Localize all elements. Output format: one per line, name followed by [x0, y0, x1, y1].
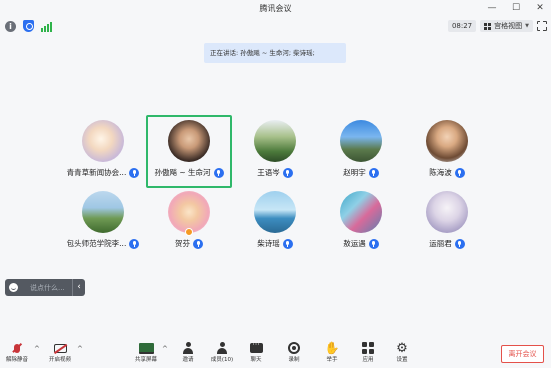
fullscreen-icon[interactable] — [536, 20, 547, 31]
members-icon — [216, 342, 228, 354]
invite-icon — [182, 342, 194, 354]
record-button[interactable]: 录制 — [274, 340, 314, 368]
mic-on-icon — [213, 167, 224, 178]
raise-hand-label: 举手 — [326, 357, 338, 363]
record-icon — [288, 342, 300, 354]
mic-on-icon — [368, 167, 379, 178]
close-icon[interactable]: ✕ — [535, 3, 545, 13]
share-options-chevron-icon[interactable]: ^ — [162, 345, 168, 353]
participant-name: 柴诗瑶 — [257, 239, 280, 248]
speaking-indicator: 正在讲话: 孙傲飚 ~ 生命河; 柴诗瑶; — [204, 43, 346, 63]
unmute-button[interactable]: 解除静音 — [0, 340, 37, 368]
share-screen-button[interactable]: 共享屏幕 — [126, 340, 166, 368]
chat-icon — [249, 340, 263, 353]
meeting-info-bar: i 08:27 宫格视图 ▼ — [0, 18, 551, 36]
mic-on-icon — [193, 238, 203, 249]
participant-tile[interactable]: 王语岑 — [232, 120, 318, 190]
mic-on-icon — [129, 167, 140, 178]
participant-tile[interactable]: 敖运遇 — [318, 191, 404, 261]
participant-tile[interactable]: 包头师范学院李... — [60, 191, 146, 261]
audio-options-chevron-icon[interactable]: ^ — [34, 345, 40, 353]
avatar — [82, 191, 124, 233]
share-screen-label: 共享屏幕 — [134, 357, 157, 363]
participant-tile[interactable]: 青青草新闻协会... — [60, 120, 146, 190]
mic-muted-icon — [14, 343, 20, 353]
video-options-chevron-icon[interactable]: ^ — [77, 345, 83, 353]
avatar — [426, 120, 468, 162]
avatar — [168, 191, 210, 233]
participant-name: 孙傲飚 ~ 生命河 — [154, 168, 211, 177]
avatar — [254, 191, 296, 233]
participant-tile[interactable]: 赵明宇 — [318, 120, 404, 190]
record-label: 录制 — [288, 357, 300, 363]
apps-icon — [362, 342, 374, 354]
collapse-chevron-icon[interactable]: ‹ — [72, 279, 85, 296]
chat-placeholder[interactable]: 说点什么... — [30, 283, 72, 293]
avatar — [340, 120, 382, 162]
unmute-label: 解除静音 — [5, 357, 28, 363]
camera-off-icon — [53, 343, 67, 353]
avatar — [254, 120, 296, 162]
avatar — [340, 191, 382, 233]
chat-input-box[interactable]: 说点什么... ‹ — [5, 279, 85, 296]
settings-label: 设置 — [396, 357, 408, 363]
hand-icon: ✋ — [324, 341, 340, 355]
participant-name: 贺芬 — [175, 239, 190, 248]
mic-on-icon — [282, 238, 293, 249]
host-crown-icon — [185, 228, 193, 236]
participant-name: 敖运遇 — [343, 239, 366, 248]
network-signal-icon[interactable] — [41, 21, 52, 32]
mic-on-icon — [454, 238, 465, 249]
title-bar: 腾讯会议 — ☐ ✕ — [0, 0, 551, 18]
participant-name: 赵明宇 — [343, 168, 366, 177]
view-mode-button[interactable]: 宫格视图 ▼ — [480, 20, 533, 32]
view-mode-label: 宫格视图 — [494, 22, 523, 30]
participant-tile[interactable]: 柴诗瑶 — [232, 191, 318, 261]
participant-tile[interactable]: 孙傲飚 ~ 生命河 — [146, 120, 232, 190]
bottom-toolbar: 解除静音 ^ 开启视频 ^ 共享屏幕 ^ 邀请 成员(10) 聊天 录制 ✋ 举… — [0, 340, 551, 368]
security-shield-icon[interactable] — [23, 20, 34, 32]
participant-name: 青青草新闻协会... — [66, 168, 127, 177]
participant-name: 陈海波 — [429, 168, 452, 177]
mic-on-icon — [454, 167, 465, 178]
chat-button[interactable]: 聊天 — [236, 340, 276, 368]
avatar — [426, 191, 468, 233]
participant-name: 包头师范学院李... — [66, 239, 127, 248]
participant-name: 王语岑 — [257, 168, 280, 177]
participant-name: 运丽君 — [429, 239, 452, 248]
participant-tile[interactable]: 贺芬 — [146, 191, 232, 261]
minimize-icon[interactable]: — — [487, 3, 497, 13]
start-video-label: 开启视频 — [48, 357, 71, 363]
grid-view-icon — [484, 22, 492, 30]
participant-tile[interactable]: 陈海波 — [404, 120, 490, 190]
info-icon[interactable]: i — [5, 20, 16, 32]
meeting-timer: 08:27 — [447, 20, 477, 32]
chevron-down-icon: ▼ — [525, 23, 529, 29]
window-title: 腾讯会议 — [259, 4, 292, 13]
start-video-button[interactable]: 开启视频 — [40, 340, 80, 368]
window-controls: — ☐ ✕ — [487, 3, 545, 13]
chat-label: 聊天 — [250, 357, 262, 363]
gear-icon: ⚙ — [396, 340, 408, 356]
mic-on-icon — [282, 167, 293, 178]
mic-on-icon — [368, 238, 379, 249]
maximize-icon[interactable]: ☐ — [511, 3, 521, 13]
avatar — [82, 120, 124, 162]
avatar — [168, 120, 210, 162]
participant-tile[interactable]: 运丽君 — [404, 191, 490, 261]
settings-button[interactable]: ⚙ 设置 — [382, 340, 422, 368]
raise-hand-button[interactable]: ✋ 举手 — [312, 340, 352, 368]
mic-on-icon — [129, 238, 140, 249]
emoji-icon[interactable] — [9, 283, 18, 292]
share-screen-icon — [138, 342, 154, 354]
leave-meeting-button[interactable]: 离开会议 — [501, 345, 544, 363]
